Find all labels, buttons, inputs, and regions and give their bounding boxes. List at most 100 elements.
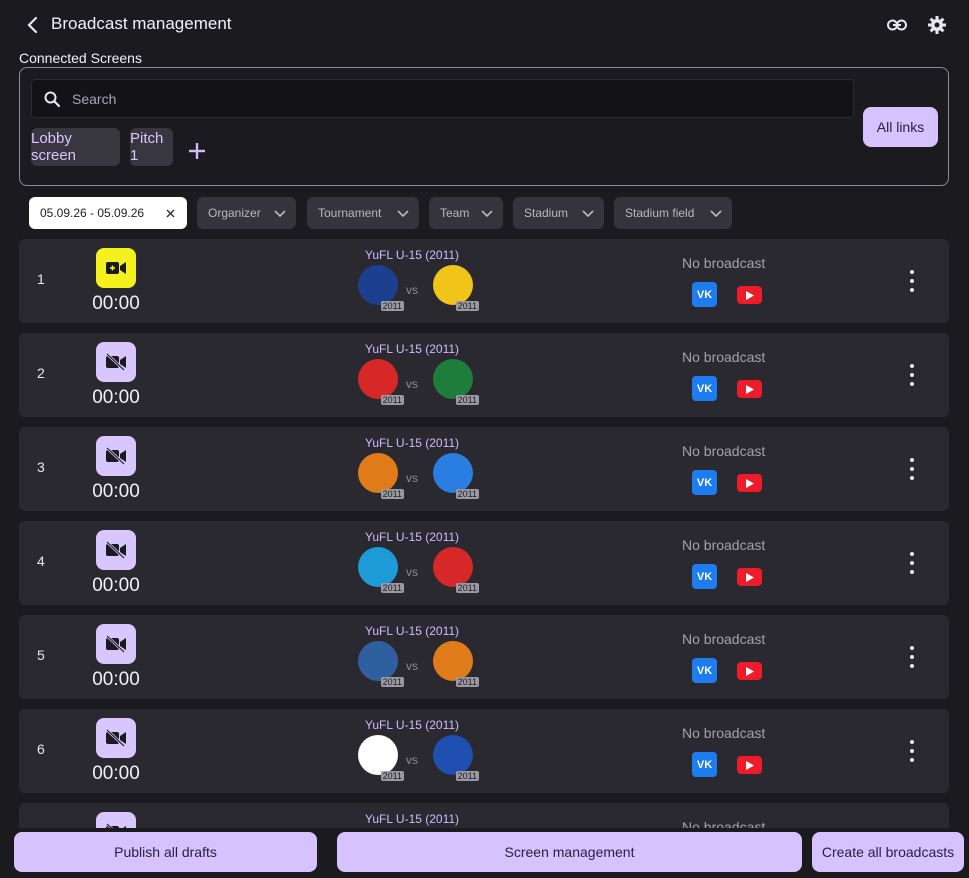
chevron-down-icon <box>481 210 493 218</box>
team-crest-icon <box>433 641 473 681</box>
away-team-logo: 2011 <box>433 547 479 593</box>
filter-stadium-label: Stadium <box>524 206 569 220</box>
search-input[interactable] <box>72 90 832 107</box>
match-row[interactable]: 5 00:00 YuFL U-15 (2011) 2011 vs 2011 No broad… <box>19 615 949 699</box>
youtube-button[interactable] <box>737 474 762 492</box>
team-crest-icon <box>358 453 398 493</box>
camera-toggle-button[interactable] <box>96 436 136 476</box>
link-icon <box>887 19 907 31</box>
match-row[interactable]: 4 00:00 YuFL U-15 (2011) 2011 vs 2011 No broad… <box>19 521 949 605</box>
broadcast-status: No broadcast <box>682 349 766 365</box>
create-all-broadcasts-button[interactable]: Create all broadcasts <box>812 832 964 872</box>
chevron-down-icon <box>274 210 286 218</box>
youtube-button[interactable] <box>737 380 762 398</box>
back-button[interactable] <box>22 14 42 36</box>
vk-icon: VK <box>696 570 713 583</box>
youtube-button[interactable] <box>737 662 762 680</box>
team-year-badge: 2011 <box>380 489 404 499</box>
vk-button[interactable]: VK <box>692 282 717 307</box>
camera-toggle-button[interactable] <box>96 718 136 758</box>
match-row[interactable]: 700:00YuFL U-15 (2011)2011vs2011No broad… <box>19 803 949 828</box>
kebab-dot <box>910 646 914 650</box>
home-team-logo: 2011 <box>358 641 404 687</box>
vk-icon: VK <box>696 288 713 301</box>
match-number: 1 <box>37 271 45 287</box>
filter-tournament[interactable]: Tournament <box>307 197 419 229</box>
versus-label: vs <box>406 377 418 391</box>
match-number: 5 <box>37 647 45 663</box>
kebab-dot <box>910 740 914 744</box>
kebab-dot <box>910 288 914 292</box>
more-options-button[interactable] <box>906 740 918 762</box>
match-row[interactable]: 3 00:00 YuFL U-15 (2011) 2011 vs 2011 No broad… <box>19 427 949 511</box>
date-range-filter[interactable]: 05.09.26 - 05.09.26 <box>29 197 187 229</box>
more-options-button[interactable] <box>906 458 918 480</box>
screen-management-button[interactable]: Screen management <box>337 832 802 872</box>
settings-button[interactable] <box>926 14 948 36</box>
clear-date-button[interactable] <box>163 206 177 220</box>
home-team-logo: 2011 <box>358 359 404 405</box>
filter-stadium[interactable]: Stadium <box>513 197 604 229</box>
vk-button[interactable]: VK <box>692 376 717 401</box>
camera-toggle-button[interactable] <box>96 342 136 382</box>
screen-chip-lobby[interactable]: Lobby screen <box>31 128 120 166</box>
vk-button[interactable]: VK <box>692 470 717 495</box>
more-options-button[interactable] <box>906 646 918 668</box>
team-year-badge: 2011 <box>455 301 479 311</box>
kebab-dot <box>910 570 914 574</box>
filter-organizer-label: Organizer <box>208 206 261 220</box>
video-camera-off-icon <box>106 353 126 371</box>
camera-toggle-button[interactable] <box>96 624 136 664</box>
away-team-logo: 2011 <box>433 453 479 499</box>
broadcast-status: No broadcast <box>682 443 766 459</box>
kebab-dot <box>910 655 914 659</box>
tournament-name: YuFL U-15 (2011) <box>365 812 460 826</box>
home-team-logo: 2011 <box>358 453 404 499</box>
link-button[interactable] <box>886 14 908 36</box>
kebab-dot <box>910 458 914 462</box>
camera-toggle-button[interactable] <box>96 248 136 288</box>
team-year-badge: 2011 <box>380 395 404 405</box>
kebab-dot <box>910 552 914 556</box>
connected-screens-panel: Lobby screen Pitch 1 All links <box>19 67 949 186</box>
gear-icon <box>928 16 946 34</box>
vk-button[interactable]: VK <box>692 658 717 683</box>
video-camera-off-icon <box>106 541 126 559</box>
filter-organizer[interactable]: Organizer <box>197 197 296 229</box>
more-options-button[interactable] <box>906 552 918 574</box>
match-row[interactable]: 1 00:00 YuFL U-15 (2011) 2011 vs 2011 No broad… <box>19 239 949 323</box>
camera-toggle-button[interactable] <box>96 812 136 828</box>
youtube-button[interactable] <box>737 756 762 774</box>
youtube-button[interactable] <box>737 568 762 586</box>
filter-team[interactable]: Team <box>429 197 503 229</box>
screen-chip-pitch[interactable]: Pitch 1 <box>130 128 173 166</box>
match-row[interactable]: 6 00:00 YuFL U-15 (2011) 2011 vs 2011 No broad… <box>19 709 949 793</box>
chevron-left-icon <box>27 16 38 34</box>
plus-icon <box>189 143 205 159</box>
team-crest-icon <box>358 641 398 681</box>
team-year-badge: 2011 <box>455 771 479 781</box>
add-screen-button[interactable] <box>186 140 208 162</box>
publish-all-drafts-button[interactable]: Publish all drafts <box>14 832 317 872</box>
filter-stadium-field[interactable]: Stadium field <box>614 197 732 229</box>
team-crest-icon <box>358 735 398 775</box>
match-time: 00:00 <box>92 763 140 784</box>
kebab-dot <box>910 664 914 668</box>
tournament-name: YuFL U-15 (2011) <box>365 342 460 356</box>
match-list: 1 00:00 YuFL U-15 (2011) 2011 vs 2011 No broad… <box>19 239 949 828</box>
more-options-button[interactable] <box>906 364 918 386</box>
youtube-button[interactable] <box>737 286 762 304</box>
vk-icon: VK <box>696 476 713 489</box>
versus-label: vs <box>406 565 418 579</box>
date-range-label: 05.09.26 - 05.09.26 <box>40 206 145 220</box>
more-options-button[interactable] <box>906 270 918 292</box>
tournament-name: YuFL U-15 (2011) <box>365 530 460 544</box>
camera-toggle-button[interactable] <box>96 530 136 570</box>
vk-button[interactable]: VK <box>692 564 717 589</box>
all-links-button[interactable]: All links <box>863 107 938 147</box>
video-camera-off-icon <box>106 447 126 465</box>
match-row[interactable]: 2 00:00 YuFL U-15 (2011) 2011 vs 2011 No broad… <box>19 333 949 417</box>
away-team-logo: 2011 <box>433 359 479 405</box>
vk-button[interactable]: VK <box>692 752 717 777</box>
youtube-play-icon <box>745 760 754 770</box>
